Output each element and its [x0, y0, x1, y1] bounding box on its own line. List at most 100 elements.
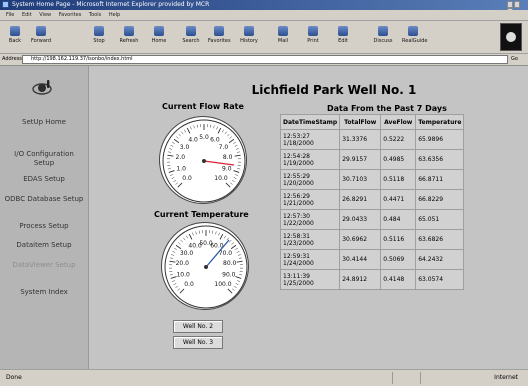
sidebar-item-odbc-database[interactable]: ODBC Database Setup: [3, 195, 85, 204]
address-input[interactable]: http://198.162.119.37/isonbo/index.html: [22, 55, 508, 64]
header-totalflow: TotalFlow: [340, 115, 380, 129]
well-no-2-button[interactable]: Well No. 2: [173, 320, 223, 333]
sidebar-item-dataitem-setup[interactable]: Dataitem Setup: [0, 241, 88, 250]
edit-icon: [338, 26, 348, 36]
gauge-label: 80.0: [223, 260, 237, 267]
status-done: Done: [6, 374, 22, 381]
table-row: 12:58:311/23/200030.69620.511663.6826: [281, 230, 463, 249]
window-controls: [506, 1, 526, 9]
history-icon: [244, 26, 254, 36]
gauge-label: 10.0: [214, 175, 228, 182]
history-button[interactable]: History: [238, 24, 260, 50]
gauge-label: 2.0: [176, 154, 186, 161]
temperature-title: Current Temperature: [154, 210, 249, 219]
sidebar-item-setup-home[interactable]: SetUp Home: [0, 118, 88, 127]
data-table: DateTimeStamp TotalFlow AveFlow Temperat…: [280, 114, 464, 290]
forward-icon: [36, 26, 46, 36]
table-row: 12:54:281/19/200029.91570.498563.6356: [281, 150, 463, 169]
gauge-label: 4.0: [188, 137, 198, 144]
gauge-label: 5.0: [199, 134, 209, 141]
table-row: 12:59:311/24/200030.41440.506964.2432: [281, 250, 463, 269]
setup-sidebar: SetUp Home I/O Configuration Setup EDAS …: [0, 66, 89, 369]
home-icon: [154, 26, 164, 36]
table-title: Data From the Past 7 Days: [327, 104, 447, 113]
header-temperature: Temperature: [416, 115, 463, 129]
window-title: System Home Page - Microsoft Internet Ex…: [12, 0, 209, 10]
gauge-label: 10.0: [176, 271, 190, 278]
menu-tools[interactable]: Tools: [89, 12, 101, 18]
menu-view[interactable]: View: [39, 12, 51, 18]
sidebar-item-dataviewer-setup: DataViewer Setup: [0, 261, 88, 270]
gauge-label: 8.0: [223, 154, 233, 161]
status-bar: Done Internet: [0, 369, 528, 386]
stop-button[interactable]: Stop: [88, 24, 110, 50]
realguide-icon: [408, 26, 418, 36]
table-row: 12:53:271/18/200031.33760.522265.9896: [281, 130, 463, 149]
header-aveflow: AveFlow: [381, 115, 415, 129]
mail-button[interactable]: Mail: [272, 24, 294, 50]
print-button[interactable]: Print: [302, 24, 324, 50]
globe-icon: [506, 32, 516, 42]
browser-icon: [2, 1, 9, 8]
sidebar-item-io-configuration[interactable]: I/O Configuration Setup: [3, 150, 85, 168]
print-icon: [308, 26, 318, 36]
gauge-label: 70.0: [219, 250, 233, 257]
header-datetimestamp: DateTimeStamp: [281, 115, 339, 129]
gauge-label: 0.0: [182, 175, 192, 182]
page-title: Lichfield Park Well No. 1: [229, 83, 439, 97]
edit-button[interactable]: Edit: [332, 24, 354, 50]
table-row: 12:56:291/21/200026.82910.447166.8229: [281, 190, 463, 209]
favorites-button[interactable]: Favorites: [208, 24, 230, 50]
temperature-gauge: 0.010.020.030.040.050.060.070.080.090.01…: [161, 222, 249, 310]
address-bar: Address http://198.162.119.37/isonbo/ind…: [0, 54, 528, 66]
internet-zone: Internet: [494, 374, 518, 381]
gauge-label: 9.0: [222, 165, 232, 172]
logo-icon: [30, 78, 56, 96]
gauge-label: 6.0: [210, 137, 220, 144]
well-no-3-button[interactable]: Well No. 3: [173, 336, 223, 349]
favorites-icon: [214, 26, 224, 36]
forward-button[interactable]: Forward: [30, 24, 52, 50]
table-row: 12:55:291/20/200030.71030.511866.8711: [281, 170, 463, 189]
gauge-label: 0.0: [184, 281, 194, 288]
gauge-label: 3.0: [180, 144, 190, 151]
menu-help[interactable]: Help: [109, 12, 120, 18]
gauge-label: 20.0: [176, 260, 190, 267]
menu-favorites[interactable]: Favorites: [59, 12, 82, 18]
flow-rate-title: Current Flow Rate: [162, 102, 244, 111]
table-header-row: DateTimeStamp TotalFlow AveFlow Temperat…: [281, 115, 463, 129]
status-separator: [392, 372, 393, 384]
search-button[interactable]: Search: [180, 24, 202, 50]
minimize-icon[interactable]: [507, 1, 513, 8]
search-icon: [186, 26, 196, 36]
realguide-button[interactable]: RealGuide: [402, 24, 424, 50]
back-button[interactable]: Back: [4, 24, 26, 50]
discuss-button[interactable]: Discuss: [372, 24, 394, 50]
browser-logo: [500, 23, 522, 51]
address-label: Address: [2, 55, 22, 64]
table-row: 13:11:391/25/200024.89120.414863.0574: [281, 270, 463, 289]
refresh-button[interactable]: Refresh: [118, 24, 140, 50]
gauge-label: 90.0: [222, 271, 236, 278]
gauge-label: 100.0: [214, 281, 231, 288]
menu-bar: File Edit View Favorites Tools Help: [0, 10, 528, 21]
window-titlebar: System Home Page - Microsoft Internet Ex…: [0, 0, 528, 10]
gauge-label: 30.0: [180, 250, 194, 257]
gauge-label: 7.0: [219, 144, 229, 151]
back-icon: [10, 26, 20, 36]
sidebar-item-system-index[interactable]: System Index: [0, 288, 88, 297]
menu-edit[interactable]: Edit: [22, 12, 32, 18]
go-button[interactable]: Go: [511, 55, 527, 64]
maximize-icon[interactable]: [514, 1, 520, 8]
gauge-label: 1.0: [176, 165, 186, 172]
browser-toolbar: Back Forward Stop Refresh Home Search Fa…: [0, 21, 528, 54]
main-content: Lichfield Park Well No. 1 Current Flow R…: [89, 66, 528, 369]
mail-icon: [278, 26, 288, 36]
table-row: 12:57:301/22/200029.04330.48465.051: [281, 210, 463, 229]
flow-rate-gauge: 0.0 1.0 2.0 3.04.05.06.07.0 8.0 9.0 10.0: [159, 116, 247, 204]
discuss-icon: [378, 26, 388, 36]
sidebar-item-process-setup[interactable]: Process Setup: [0, 222, 88, 231]
sidebar-item-edas-setup[interactable]: EDAS Setup: [0, 175, 88, 184]
home-button[interactable]: Home: [148, 24, 170, 50]
menu-file[interactable]: File: [6, 12, 14, 18]
